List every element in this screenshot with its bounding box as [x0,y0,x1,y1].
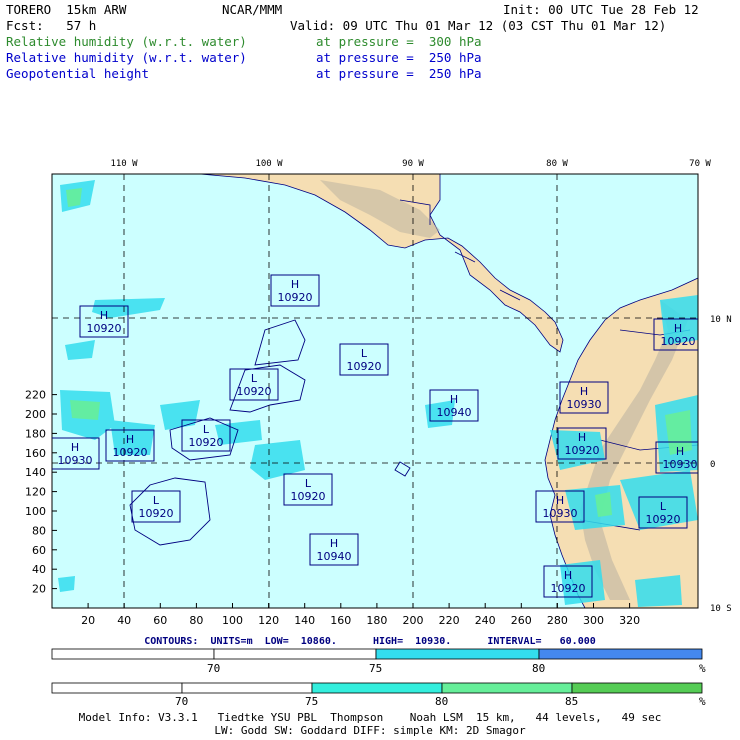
y-tick-label: 40 [32,563,46,576]
center-type: H [126,433,134,446]
lon-label-90w: 90 W [402,159,424,169]
x-tick-label: 300 [583,614,604,627]
center-value: 10920 [139,507,174,520]
y-tick-label: 100 [25,505,46,518]
center-value: 10920 [189,436,224,449]
center-type: H [291,278,299,291]
y-tick-label: 180 [25,427,46,440]
scale2-label-70: 70 [175,695,189,708]
center-type: H [556,494,564,507]
center-value: 10920 [661,335,696,348]
center-value: 10920 [551,582,586,595]
lon-label-80w: 80 W [546,159,568,169]
y-tick-label: 220 [25,389,46,402]
center-type: L [305,477,312,490]
x-tick-label: 180 [366,614,387,627]
center-type: H [71,441,79,454]
scale2-band-80-85 [441,682,573,694]
center-value: 10920 [646,513,681,526]
center-type: H [578,431,586,444]
center-type: L [153,494,160,507]
center-type: H [580,385,588,398]
x-tick-label: 80 [189,614,203,627]
center-value: 10930 [543,507,578,520]
center-type: L [660,500,667,513]
scale2-label-75: 75 [305,695,319,708]
lat-label-0: 0 [710,460,715,470]
center-type: H [100,309,108,322]
x-tick-label: 160 [330,614,351,627]
x-tick-label: 220 [439,614,460,627]
humidity-scale-300 [51,682,703,694]
lon-label-110w: 110 W [110,159,138,169]
x-tick-label: 260 [511,614,532,627]
center-type: L [361,347,368,360]
y-tick-label: 200 [25,408,46,421]
x-tick-label: 280 [547,614,568,627]
center-type: L [203,423,210,436]
y-tick-label: 160 [25,447,46,460]
center-value: 10940 [317,550,352,563]
center-type: H [564,569,572,582]
scale1-label-70: 70 [207,662,221,675]
scale1-band-80-up [538,648,703,660]
center-type: H [330,537,338,550]
center-type: H [674,322,682,335]
center-value: 10920 [278,291,313,304]
x-tick-label: 60 [153,614,167,627]
x-tick-label: 320 [619,614,640,627]
center-value: 10920 [565,444,600,457]
x-tick-label: 40 [117,614,131,627]
scale2-label-pct: % [699,695,706,708]
y-tick-label: 120 [25,486,46,499]
center-type: H [450,393,458,406]
center-type: L [251,372,258,385]
x-tick-label: 240 [475,614,496,627]
lat-label-10n: 10 N [710,315,732,325]
y-tick-label: 140 [25,466,46,479]
center-value: 10930 [663,458,698,471]
scale2-band-75-80 [311,682,443,694]
center-value: 10920 [113,446,148,459]
weather-map: 20 40 60 80 100 120 140 160 180 200 220 240 260 280 30… [25,159,732,627]
center-value: 10940 [437,406,472,419]
y-tick-label: 60 [32,544,46,557]
model-info-line2: LW: Godd SW: Goddard DIFF: simple KM: 2D… [214,724,526,737]
y-tick-label: 20 [32,583,46,596]
center-value: 10920 [87,322,122,335]
scale2-band-85-up [571,682,703,694]
lon-label-100w: 100 W [255,159,283,169]
x-tick-label: 20 [81,614,95,627]
center-value: 10920 [237,385,272,398]
scale1-label-pct: % [699,662,706,675]
center-value: 10930 [58,454,93,467]
x-tick-label: 140 [294,614,315,627]
scale1-label-80: 80 [532,662,546,675]
lat-label-10s: 10 S [710,604,732,614]
center-value: 10930 [567,398,602,411]
center-value: 10920 [291,490,326,503]
center-type: H [676,445,684,458]
model-info-line1: Model Info: V3.3.1 Tiedtke YSU PBL Thomp… [78,711,662,724]
x-tick-label: 100 [222,614,243,627]
x-tick-label: 200 [403,614,424,627]
scale1-band-75-80 [375,648,540,660]
scale2-label-85: 85 [565,695,579,708]
lon-label-70w: 70 W [689,159,711,169]
y-tick-label: 80 [32,524,46,537]
center-value: 10920 [347,360,382,373]
x-tick-label: 120 [258,614,279,627]
scale2-label-80: 80 [435,695,449,708]
scale1-label-75: 75 [369,662,383,675]
